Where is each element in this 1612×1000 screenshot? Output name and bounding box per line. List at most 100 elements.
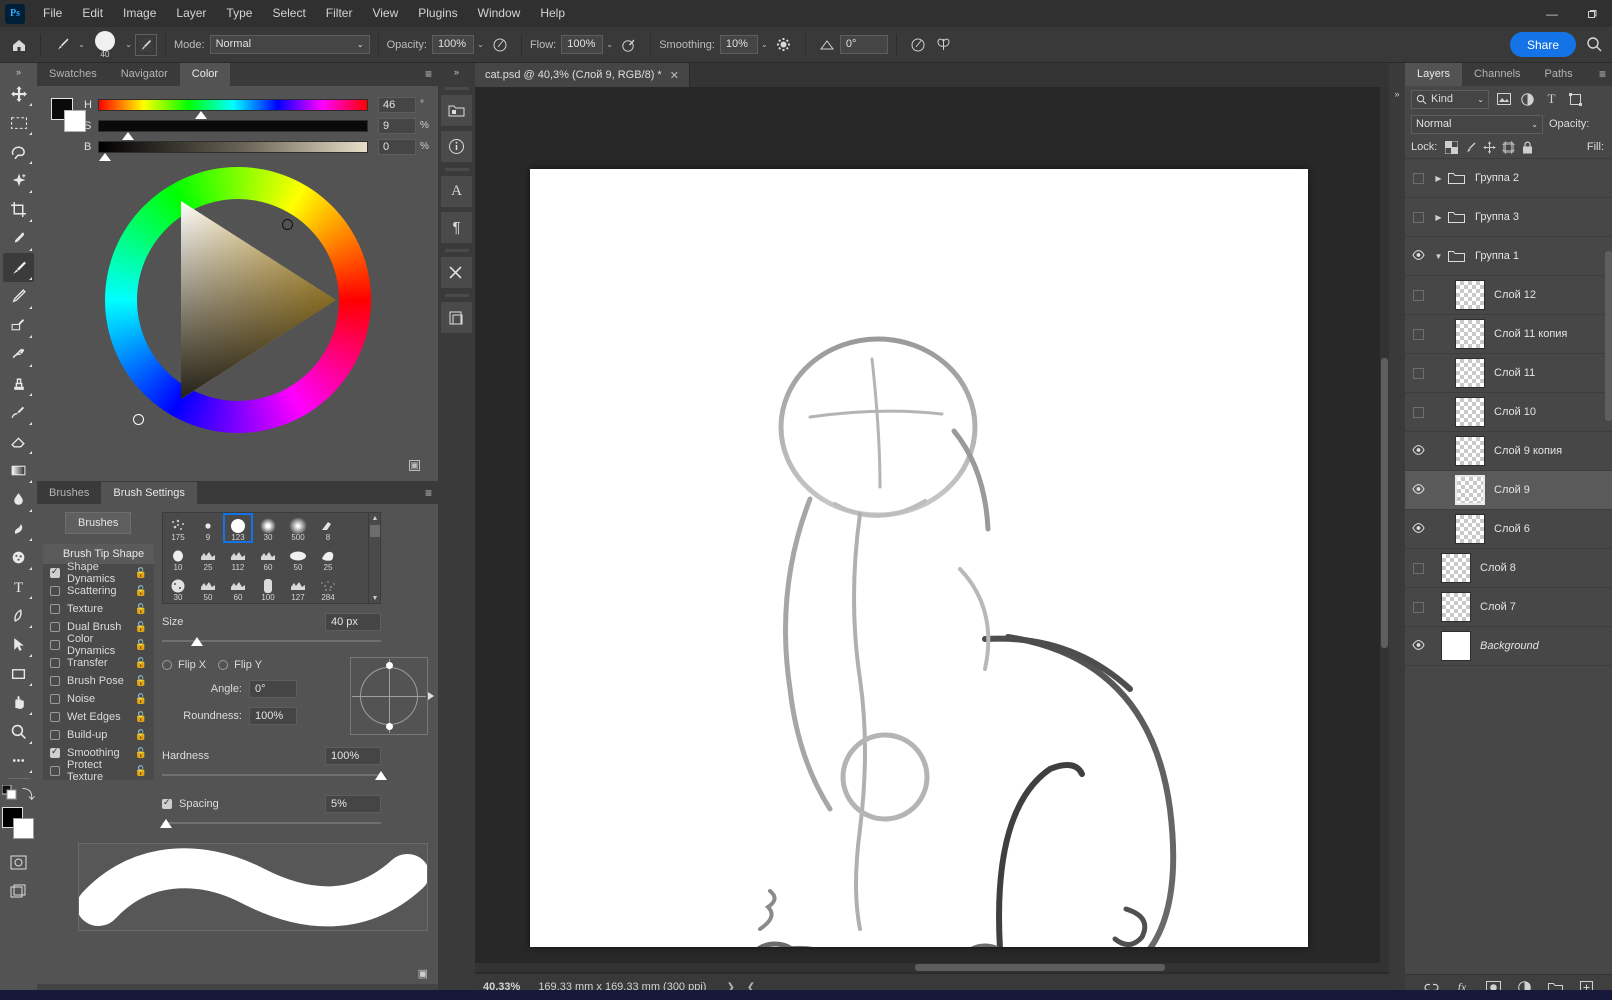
gradient-tool[interactable]: [3, 456, 34, 485]
airbrush-icon[interactable]: [616, 32, 642, 58]
slider-track-B[interactable]: [98, 141, 368, 153]
layer-visibility-toggle[interactable]: [1405, 432, 1431, 471]
panel-menu-icon[interactable]: ≡: [425, 68, 432, 80]
lock-position-icon[interactable]: [1480, 138, 1499, 157]
layer-visibility-toggle[interactable]: [1405, 588, 1431, 627]
close-icon[interactable]: ✕: [670, 69, 679, 82]
color-wheel[interactable]: [105, 167, 371, 433]
tab-color[interactable]: Color: [180, 63, 230, 86]
brush-tip-50[interactable]: 50: [193, 573, 223, 603]
lock-all-icon[interactable]: [1518, 138, 1537, 157]
layer-visibility-toggle[interactable]: [1405, 159, 1431, 198]
color-panel-swatches[interactable]: [51, 98, 74, 132]
checkbox[interactable]: [50, 586, 60, 596]
eyedropper-tool[interactable]: [3, 224, 34, 253]
layers-scrollbar[interactable]: [1605, 191, 1612, 491]
angle-roundness-control[interactable]: [350, 657, 428, 735]
layer-thumbnail[interactable]: [1455, 319, 1485, 349]
layer-thumbnail[interactable]: [1455, 397, 1485, 427]
tab-brushes[interactable]: Brushes: [37, 482, 101, 505]
checkbox[interactable]: [50, 658, 60, 668]
tool-presets-icon[interactable]: [441, 257, 472, 288]
brush-preset-picker[interactable]: 40: [88, 31, 122, 59]
brush-tip-25[interactable]: 25: [313, 543, 343, 573]
hand-tool[interactable]: [3, 688, 34, 717]
sb-triangle-marker[interactable]: [133, 414, 144, 425]
swap-colors-icon[interactable]: ⤵: [22, 784, 35, 803]
hardness-slider[interactable]: [162, 769, 381, 783]
brush-tip-306[interactable]: 306: [223, 603, 253, 604]
brush-option-protect-texture[interactable]: Protect Texture🔓: [43, 762, 154, 780]
brush-tip-175[interactable]: 175: [163, 513, 193, 543]
scroll-thumb[interactable]: [370, 525, 380, 537]
brush-tip-123[interactable]: 123: [223, 513, 253, 543]
layer-name[interactable]: Слой 8: [1480, 562, 1516, 574]
lock-icon[interactable]: 🔓: [135, 730, 147, 741]
tab-navigator[interactable]: Navigator: [109, 63, 180, 86]
brush-option-shape-dynamics[interactable]: Shape Dynamics🔓: [43, 564, 154, 582]
clone-stamp-tool[interactable]: [3, 369, 34, 398]
pressure-size-icon[interactable]: [905, 32, 931, 58]
foreground-background-colors[interactable]: [2, 807, 35, 840]
brush-option-wet-edges[interactable]: Wet Edges🔓: [43, 708, 154, 726]
menu-type[interactable]: Type: [216, 0, 262, 27]
brush-tip-60[interactable]: 60: [253, 543, 283, 573]
tab-layers[interactable]: Layers: [1405, 63, 1462, 86]
checkbox[interactable]: [50, 622, 60, 632]
menu-layer[interactable]: Layer: [166, 0, 216, 27]
angle-handle[interactable]: [428, 692, 434, 700]
brush-tip-25[interactable]: 25: [193, 543, 223, 573]
brushes-button[interactable]: Brushes: [65, 512, 131, 534]
layer-name[interactable]: Группа 3: [1475, 211, 1519, 223]
size-slider[interactable]: [162, 635, 381, 649]
checkbox[interactable]: [50, 712, 60, 722]
layer-name[interactable]: Слой 9: [1494, 484, 1530, 496]
checkbox[interactable]: [50, 676, 60, 686]
layer-row[interactable]: Слой 11 копия: [1405, 315, 1612, 354]
layer-row[interactable]: Слой 12: [1405, 276, 1612, 315]
lock-icon[interactable]: 🔓: [135, 604, 147, 615]
lock-artboard-icon[interactable]: [1499, 138, 1518, 157]
checkbox[interactable]: [50, 748, 60, 758]
brush-tool-dropdown[interactable]: ⌄: [75, 35, 88, 54]
layer-name[interactable]: Слой 10: [1494, 406, 1536, 418]
menu-edit[interactable]: Edit: [72, 0, 113, 27]
brush-tip-8[interactable]: 8: [313, 513, 343, 543]
pressure-opacity-icon[interactable]: [487, 32, 513, 58]
brush-tool[interactable]: [3, 253, 34, 282]
layer-thumbnail[interactable]: [1441, 631, 1471, 661]
libraries-icon[interactable]: [441, 95, 472, 126]
brush-tool-icon[interactable]: [49, 32, 75, 58]
layer-row[interactable]: ▶Группа 2: [1405, 159, 1612, 198]
flip-y-checkbox[interactable]: [218, 660, 228, 670]
sb-triangle[interactable]: [137, 199, 339, 401]
brush-tip-112[interactable]: 112: [223, 543, 253, 573]
spacing-checkbox[interactable]: [162, 799, 172, 809]
brush-tip-scrollbar[interactable]: ▲ ▼: [369, 512, 381, 604]
slider-track-H[interactable]: [98, 99, 368, 111]
layer-row[interactable]: ▶Группа 3: [1405, 198, 1612, 237]
panel-menu-icon[interactable]: ≡: [425, 487, 432, 499]
layer-thumbnail[interactable]: [1455, 436, 1485, 466]
rectangular-marquee-tool[interactable]: [3, 108, 34, 137]
brush-tip-127[interactable]: 127: [283, 573, 313, 603]
brush-tip-100[interactable]: 100: [253, 573, 283, 603]
tab-brush-settings[interactable]: Brush Settings: [101, 482, 197, 505]
layer-name[interactable]: Слой 7: [1480, 601, 1516, 613]
info-icon[interactable]: [441, 131, 472, 162]
spot-healing-brush-tool[interactable]: [3, 311, 34, 340]
share-button[interactable]: Share: [1510, 32, 1576, 57]
brush-tip-30[interactable]: 30: [253, 513, 283, 543]
pixel-filter-icon[interactable]: [1494, 90, 1513, 109]
lock-icon[interactable]: 🔓: [135, 658, 147, 669]
canvas-viewport[interactable]: [475, 87, 1389, 972]
layer-visibility-toggle[interactable]: [1405, 237, 1431, 276]
crop-tool[interactable]: [3, 195, 34, 224]
layer-thumbnail[interactable]: [1455, 358, 1485, 388]
size-slider-thumb[interactable]: [191, 637, 203, 646]
lock-icon[interactable]: 🔓: [135, 640, 147, 651]
layer-row[interactable]: Слой 9: [1405, 471, 1612, 510]
layer-visibility-toggle[interactable]: [1405, 276, 1431, 315]
slider-h[interactable]: H46°: [84, 94, 430, 115]
dodge-tool[interactable]: [3, 514, 34, 543]
